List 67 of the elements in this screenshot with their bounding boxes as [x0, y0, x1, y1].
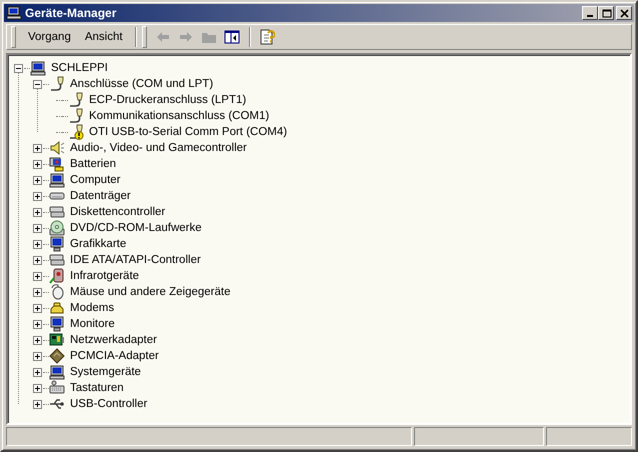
- tree-item[interactable]: OTI USB-to-Serial Comm Port (COM4): [87, 126, 290, 138]
- infrared-device-icon: [49, 268, 65, 284]
- expand-toggle[interactable]: [33, 352, 42, 360]
- menu-item[interactable]: Ansicht: [78, 28, 130, 46]
- tree-item[interactable]: Grafikkarte: [68, 238, 128, 250]
- expand-toggle[interactable]: [33, 224, 42, 232]
- expand-toggle[interactable]: [33, 320, 42, 328]
- tree-item[interactable]: Datenträger: [68, 190, 133, 202]
- tree-item[interactable]: PCMCIA-Adapter: [68, 350, 161, 362]
- tree-item[interactable]: Tastaturen: [68, 382, 126, 394]
- collapse-toggle[interactable]: [33, 80, 42, 88]
- close-icon: [618, 8, 630, 18]
- expand-toggle[interactable]: [33, 304, 42, 312]
- close-button[interactable]: [616, 6, 632, 20]
- tree-item[interactable]: Anschlüsse (COM und LPT): [68, 78, 216, 90]
- connector-icon: [49, 76, 65, 92]
- tree-item[interactable]: USB-Controller: [68, 398, 150, 410]
- maximize-button[interactable]: [598, 6, 614, 20]
- expand-toggle[interactable]: [33, 368, 42, 376]
- tree-item[interactable]: Netzwerkadapter: [68, 334, 159, 346]
- tree-item[interactable]: SCHLEPPI: [49, 62, 110, 74]
- collapse-toggle[interactable]: [14, 64, 23, 72]
- expand-toggle[interactable]: [33, 400, 42, 408]
- expand-toggle[interactable]: [33, 288, 42, 296]
- help-document-icon[interactable]: [259, 29, 276, 45]
- monitor-icon: [49, 236, 65, 252]
- tree-item[interactable]: Mäuse und andere Zeigegeräte: [68, 286, 232, 298]
- battery-icon: [49, 156, 65, 172]
- expand-toggle[interactable]: [33, 336, 42, 344]
- tree-item[interactable]: ECP-Druckeranschluss (LPT1): [87, 94, 248, 106]
- menu-item[interactable]: Vorgang: [21, 28, 78, 46]
- drive-stack-icon: [49, 204, 65, 220]
- drive-stack-icon: [49, 252, 65, 268]
- minimize-button[interactable]: [582, 6, 598, 20]
- mouse-icon: [49, 284, 65, 300]
- computer-icon: [49, 172, 65, 188]
- tree-item[interactable]: DVD/CD-ROM-Laufwerke: [68, 222, 204, 234]
- app-icon: [6, 5, 22, 21]
- panel-icon[interactable]: [224, 29, 240, 45]
- expand-toggle[interactable]: [33, 160, 42, 168]
- tree-item[interactable]: Diskettencontroller: [68, 206, 168, 218]
- expand-toggle[interactable]: [33, 384, 42, 392]
- tree-item[interactable]: Kommunikationsanschluss (COM1): [87, 110, 272, 122]
- tree-item[interactable]: Infrarotgeräte: [68, 270, 142, 282]
- window-title: Geräte-Manager: [25, 6, 118, 20]
- card-icon: [49, 348, 65, 364]
- tree-item[interactable]: Systemgeräte: [68, 366, 143, 378]
- monitor-icon: [49, 316, 65, 332]
- disc-icon: [49, 220, 65, 236]
- expand-toggle[interactable]: [33, 240, 42, 248]
- expand-toggle[interactable]: [33, 144, 42, 152]
- tree-item[interactable]: Modems: [68, 302, 116, 314]
- minimize-icon: [587, 15, 593, 17]
- computer-icon: [49, 364, 65, 380]
- expand-toggle[interactable]: [33, 208, 42, 216]
- expand-toggle[interactable]: [33, 192, 42, 200]
- expand-toggle[interactable]: [33, 256, 42, 264]
- tree-item[interactable]: Computer: [68, 174, 122, 186]
- tree-item[interactable]: Batterien: [68, 158, 118, 170]
- tree-item[interactable]: Audio-, Video- und Gamecontroller: [68, 142, 249, 154]
- maximize-icon: [600, 8, 612, 18]
- tree-item[interactable]: Monitore: [68, 318, 117, 330]
- telephone-icon: [49, 300, 65, 316]
- computer-icon: [30, 60, 46, 76]
- expand-toggle[interactable]: [33, 272, 42, 280]
- expand-toggle[interactable]: [33, 176, 42, 184]
- tree-item[interactable]: IDE ATA/ATAPI-Controller: [68, 254, 203, 266]
